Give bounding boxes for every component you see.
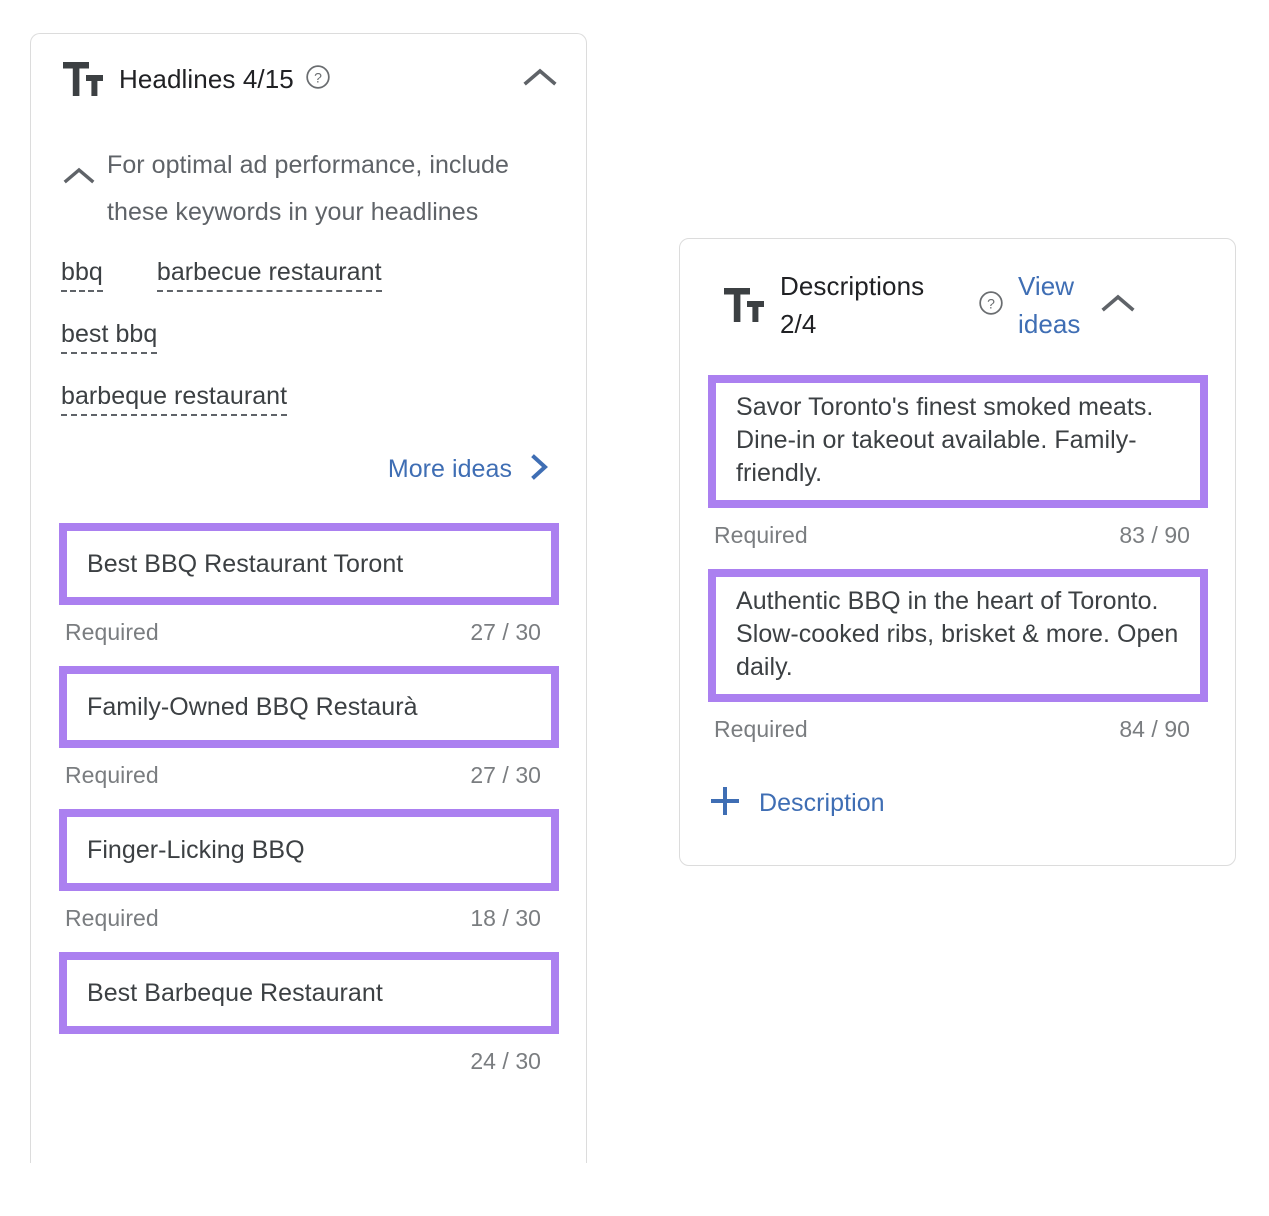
headline-meta: Required 18 / 30 [59, 891, 559, 952]
plus-icon [709, 785, 741, 822]
headlines-panel-header: Headlines 4/15 ? [31, 34, 586, 96]
char-counter: 27 / 30 [470, 619, 547, 646]
svg-text:?: ? [987, 295, 995, 311]
headline-field-list: Best BBQ Restaurant Toront Required 27 /… [31, 487, 586, 1095]
char-counter: 27 / 30 [470, 762, 547, 789]
keyword-chip[interactable]: barbecue restaurant [157, 258, 382, 292]
keyword-list: bbq barbecue restaurant best bbq barbequ… [31, 236, 586, 416]
keyword-hint-text: For optimal ad performance, include thes… [107, 142, 556, 236]
svg-text:?: ? [314, 69, 322, 85]
description-input[interactable]: Savor Toronto's finest smoked meats. Din… [708, 375, 1208, 508]
headline-field: Best BBQ Restaurant Toront Required 27 /… [59, 523, 559, 666]
description-value: Authentic BBQ in the heart of Toronto. S… [736, 585, 1186, 684]
keyword-hint: For optimal ad performance, include thes… [31, 96, 586, 236]
headline-value: Best BBQ Restaurant Toront [87, 550, 403, 579]
text-format-icon [724, 288, 764, 322]
required-label: Required [65, 762, 159, 789]
headlines-title: Headlines 4/15 [119, 64, 294, 95]
description-meta: Required 83 / 90 [708, 508, 1208, 569]
keyword-chip[interactable]: best bbq [61, 320, 157, 354]
headlines-panel: Headlines 4/15 ? For optimal ad performa… [30, 33, 587, 1163]
keyword-row: barbeque restaurant [61, 382, 556, 416]
required-label: Required [65, 619, 159, 646]
char-counter: 18 / 30 [470, 905, 547, 932]
more-ideas-button[interactable]: More ideas [31, 444, 586, 487]
chevron-up-icon[interactable] [1098, 290, 1138, 321]
required-label: Required [65, 905, 159, 932]
description-field: Authentic BBQ in the heart of Toronto. S… [708, 569, 1208, 763]
required-label: Required [714, 522, 808, 549]
headline-meta: Required 27 / 30 [59, 605, 559, 666]
descriptions-panel: Descriptions 2/4 ? View ideas Savor Toro… [679, 238, 1236, 866]
help-circle-icon[interactable]: ? [305, 64, 331, 95]
description-field: Savor Toronto's finest smoked meats. Din… [708, 375, 1208, 569]
char-counter: 83 / 90 [1119, 522, 1196, 549]
headline-meta: 24 / 30 [59, 1034, 559, 1095]
descriptions-panel-header: Descriptions 2/4 ? View ideas [680, 239, 1235, 343]
keyword-chip[interactable]: bbq [61, 258, 103, 292]
descriptions-title: Descriptions 2/4 [780, 267, 966, 343]
headline-input[interactable]: Best Barbeque Restaurant [59, 952, 559, 1034]
description-input[interactable]: Authentic BBQ in the heart of Toronto. S… [708, 569, 1208, 702]
headline-input[interactable]: Best BBQ Restaurant Toront [59, 523, 559, 605]
description-field-list: Savor Toronto's finest smoked meats. Din… [680, 343, 1235, 763]
keyword-chip[interactable]: barbeque restaurant [61, 382, 287, 416]
chevron-right-icon [528, 452, 552, 487]
headline-field: Best Barbeque Restaurant 24 / 30 [59, 952, 559, 1095]
keyword-row: bbq barbecue restaurant [61, 258, 556, 292]
headline-value: Family-Owned BBQ Restaurà [87, 693, 418, 722]
char-counter: 84 / 90 [1119, 716, 1196, 743]
required-label: Required [714, 716, 808, 743]
chevron-up-icon[interactable] [520, 64, 560, 95]
headline-field: Family-Owned BBQ Restaurà Required 27 / … [59, 666, 559, 809]
headline-input[interactable]: Finger-Licking BBQ [59, 809, 559, 891]
char-counter: 24 / 30 [470, 1048, 547, 1075]
headline-field: Finger-Licking BBQ Required 18 / 30 [59, 809, 559, 952]
headline-value: Finger-Licking BBQ [87, 836, 305, 865]
help-circle-icon[interactable]: ? [978, 290, 1004, 321]
keyword-row: best bbq [61, 320, 556, 354]
headline-input[interactable]: Family-Owned BBQ Restaurà [59, 666, 559, 748]
description-meta: Required 84 / 90 [708, 702, 1208, 763]
more-ideas-label: More ideas [388, 455, 512, 484]
add-description-button[interactable]: Description [680, 763, 1235, 822]
text-format-icon [63, 62, 103, 96]
headline-value: Best Barbeque Restaurant [87, 979, 383, 1008]
view-ideas-button[interactable]: View ideas [1018, 267, 1098, 343]
headline-meta: Required 27 / 30 [59, 748, 559, 809]
chevron-up-icon[interactable] [61, 164, 97, 193]
add-description-label: Description [759, 789, 885, 818]
description-value: Savor Toronto's finest smoked meats. Din… [736, 391, 1186, 490]
